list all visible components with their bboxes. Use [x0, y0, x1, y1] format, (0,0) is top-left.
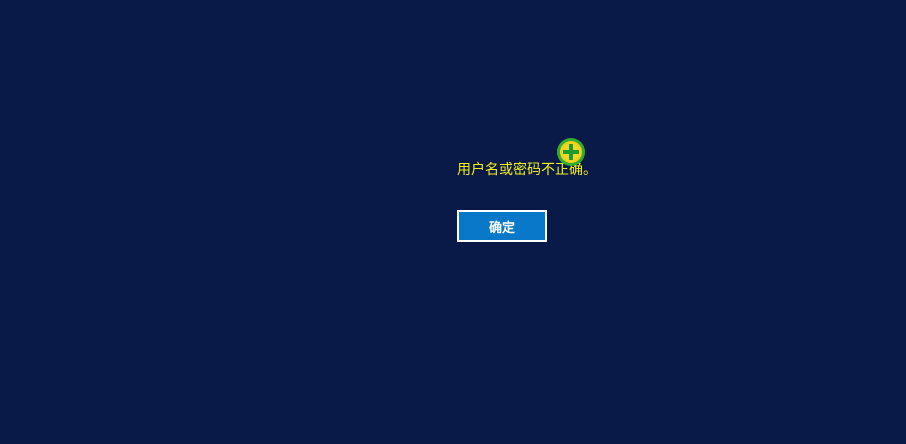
error-screen: 用户名或密码不正确。 确定	[0, 0, 906, 444]
plus-circle-icon	[557, 138, 585, 166]
ok-button[interactable]: 确定	[457, 210, 547, 242]
